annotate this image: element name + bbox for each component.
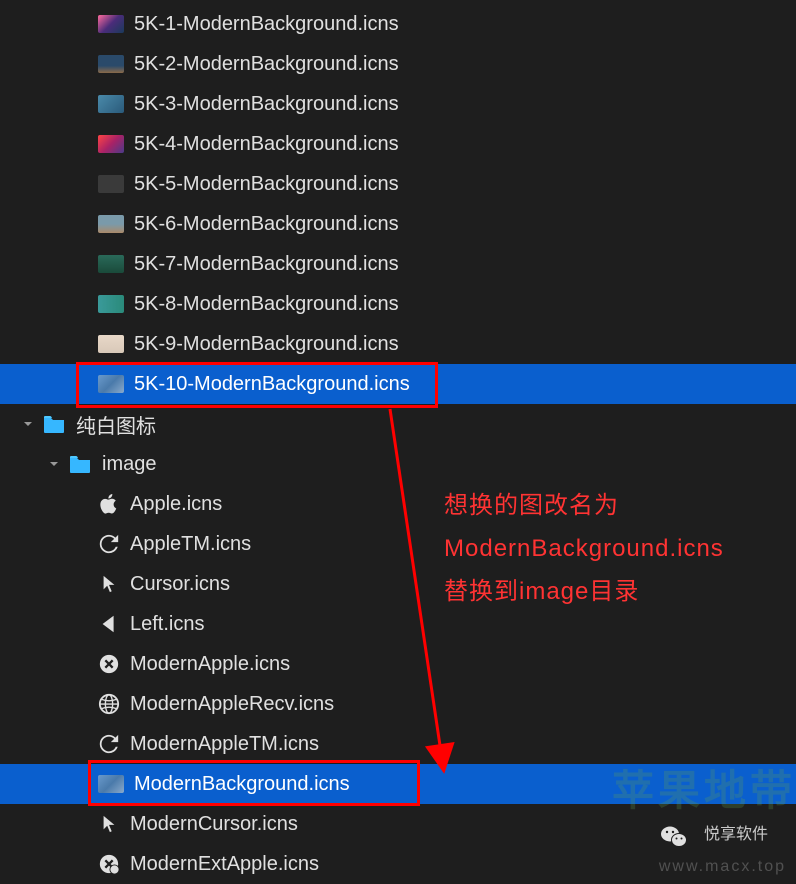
watermark-domain: www.macx.top <box>659 858 786 876</box>
folder-row[interactable]: image <box>0 444 796 484</box>
thumbnail-icon <box>98 55 124 73</box>
thumbnail-icon <box>98 375 124 393</box>
file-row[interactable]: ModernApple.icns <box>0 644 796 684</box>
file-name: ModernExtApple.icns <box>130 853 319 876</box>
file-row[interactable]: 5K-3-ModernBackground.icns <box>0 84 796 124</box>
file-name: 5K-5-ModernBackground.icns <box>134 173 399 196</box>
file-row[interactable]: ModernAppleRecv.icns <box>0 684 796 724</box>
thumbnail-icon <box>98 335 124 353</box>
thumbnail-icon <box>98 255 124 273</box>
circle-x-icon <box>98 653 120 675</box>
wechat-icon <box>660 824 688 848</box>
file-name: 5K-2-ModernBackground.icns <box>134 53 399 76</box>
chevron-down-icon[interactable] <box>46 456 62 472</box>
thumbnail-icon <box>98 215 124 233</box>
file-name: ModernApple.icns <box>130 653 290 676</box>
file-row[interactable]: Cursor.icns <box>0 564 796 604</box>
cursor-icon <box>98 573 120 595</box>
thumbnail-icon <box>98 775 124 793</box>
file-name: 5K-10-ModernBackground.icns <box>134 373 410 396</box>
folder-name: image <box>102 453 156 476</box>
folder-name: 纯白图标 <box>76 410 156 439</box>
thumbnail-icon <box>98 15 124 33</box>
file-tree: 5K-1-ModernBackground.icns 5K-2-ModernBa… <box>0 0 796 884</box>
file-name: 5K-1-ModernBackground.icns <box>134 13 399 36</box>
folder-icon <box>68 454 92 474</box>
chevron-down-icon[interactable] <box>20 416 36 432</box>
refresh-icon <box>98 733 120 755</box>
file-name: Cursor.icns <box>130 573 230 596</box>
apple-icon <box>98 493 120 515</box>
file-name: 5K-6-ModernBackground.icns <box>134 213 399 236</box>
thumbnail-icon <box>98 175 124 193</box>
refresh-icon <box>98 533 120 555</box>
cursor-icon <box>98 813 120 835</box>
file-row[interactable]: 5K-4-ModernBackground.icns <box>0 124 796 164</box>
file-row-selected[interactable]: 5K-10-ModernBackground.icns <box>0 364 796 404</box>
globe-icon <box>98 693 120 715</box>
file-row[interactable]: Left.icns <box>0 604 796 644</box>
thumbnail-icon <box>98 95 124 113</box>
file-name: 5K-7-ModernBackground.icns <box>134 253 399 276</box>
watermark-brand: 悦享软件 <box>704 820 768 844</box>
file-row[interactable]: 5K-2-ModernBackground.icns <box>0 44 796 84</box>
file-name: ModernBackground.icns <box>134 773 350 796</box>
file-row[interactable]: 5K-9-ModernBackground.icns <box>0 324 796 364</box>
thumbnail-icon <box>98 135 124 153</box>
file-row[interactable]: AppleTM.icns <box>0 524 796 564</box>
file-row[interactable]: Apple.icns <box>0 484 796 524</box>
file-name: ModernCursor.icns <box>130 813 298 836</box>
file-row[interactable]: 5K-5-ModernBackground.icns <box>0 164 796 204</box>
file-name: Left.icns <box>130 613 204 636</box>
file-row[interactable]: 5K-7-ModernBackground.icns <box>0 244 796 284</box>
file-row[interactable]: 5K-1-ModernBackground.icns <box>0 4 796 44</box>
file-row[interactable]: 5K-8-ModernBackground.icns <box>0 284 796 324</box>
folder-icon <box>42 414 66 434</box>
watermark-background: 苹果地带 <box>612 757 796 818</box>
file-name: 5K-9-ModernBackground.icns <box>134 333 399 356</box>
file-row[interactable]: 5K-6-ModernBackground.icns <box>0 204 796 244</box>
file-name: 5K-4-ModernBackground.icns <box>134 133 399 156</box>
file-name: ModernAppleRecv.icns <box>130 693 334 716</box>
file-name: AppleTM.icns <box>130 533 251 556</box>
left-arrow-icon <box>98 613 120 635</box>
circle-dot-icon <box>98 853 120 875</box>
file-name: Apple.icns <box>130 493 222 516</box>
file-name: 5K-3-ModernBackground.icns <box>134 93 399 116</box>
folder-row[interactable]: 纯白图标 <box>0 404 796 444</box>
file-name: ModernAppleTM.icns <box>130 733 319 756</box>
thumbnail-icon <box>98 295 124 313</box>
file-name: 5K-8-ModernBackground.icns <box>134 293 399 316</box>
